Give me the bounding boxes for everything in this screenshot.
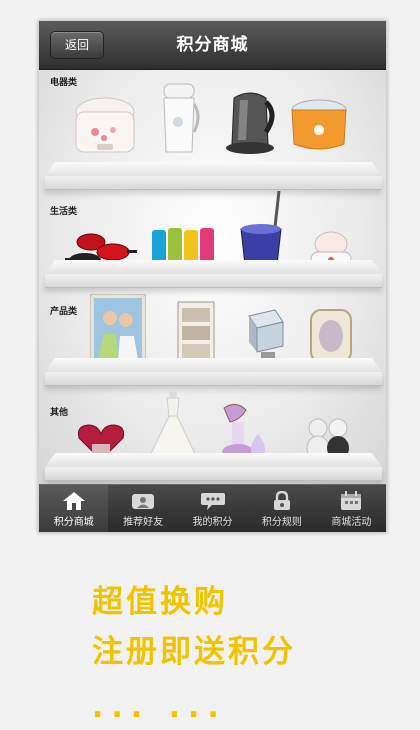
shelf-area: 电器类 生活类 产品类 其他 xyxy=(39,70,386,485)
calendar-icon xyxy=(317,491,386,511)
shelf-2 xyxy=(45,260,382,288)
tab-my-points[interactable]: 我的积分 xyxy=(178,485,247,532)
tab-points-rules[interactable]: 积分规则 xyxy=(247,485,316,532)
navbar: 返回 积分商城 xyxy=(39,21,386,70)
product-soymilk-maker[interactable] xyxy=(156,82,202,158)
category-label-daily-life: 生活类 xyxy=(50,207,78,217)
page-title: 积分商城 xyxy=(176,35,249,55)
shelf-3 xyxy=(45,358,382,386)
phone-screen: 返回 积分商城 电器类 生活类 产品类 其他 积分商城 推荐好友 我的积分 积分… xyxy=(38,20,387,533)
tab-mall-events[interactable]: 商城活动 xyxy=(317,485,386,532)
lock-icon xyxy=(247,491,316,511)
product-photo-stand[interactable] xyxy=(176,300,216,364)
tab-label: 积分规则 xyxy=(261,517,302,528)
tab-recommend-friends[interactable]: 推荐好友 xyxy=(108,485,177,532)
home-icon xyxy=(39,491,108,511)
promo-line-1: 超值换购 xyxy=(92,584,228,620)
shelf-4 xyxy=(45,453,382,481)
product-wedding-dress[interactable] xyxy=(146,388,200,462)
chat-icon xyxy=(178,491,247,511)
tab-label: 积分商城 xyxy=(53,517,94,528)
product-photo-cube[interactable] xyxy=(245,308,287,364)
category-label-others: 其他 xyxy=(50,408,69,418)
friends-icon xyxy=(108,491,177,511)
tab-label: 商城活动 xyxy=(331,517,372,528)
product-ornate-frame[interactable] xyxy=(309,308,353,364)
promo-line-2: 注册即送积分 xyxy=(92,634,296,670)
tab-points-mall[interactable]: 积分商城 xyxy=(39,485,109,532)
product-rice-cooker[interactable] xyxy=(73,92,137,158)
category-label-products: 产品类 xyxy=(50,307,78,317)
product-photo-frame-couple[interactable] xyxy=(90,294,146,364)
bottom-tab-bar: 积分商城 推荐好友 我的积分 积分规则 商城活动 xyxy=(39,484,386,532)
tab-label: 我的积分 xyxy=(192,517,233,528)
product-yogurt-maker[interactable] xyxy=(289,96,349,154)
shelf-1 xyxy=(45,162,382,190)
tab-label: 推荐好友 xyxy=(123,517,164,528)
category-label-appliances: 电器类 xyxy=(50,78,78,88)
promo-dots: ... ... xyxy=(92,690,227,725)
product-electric-kettle[interactable] xyxy=(220,84,280,156)
